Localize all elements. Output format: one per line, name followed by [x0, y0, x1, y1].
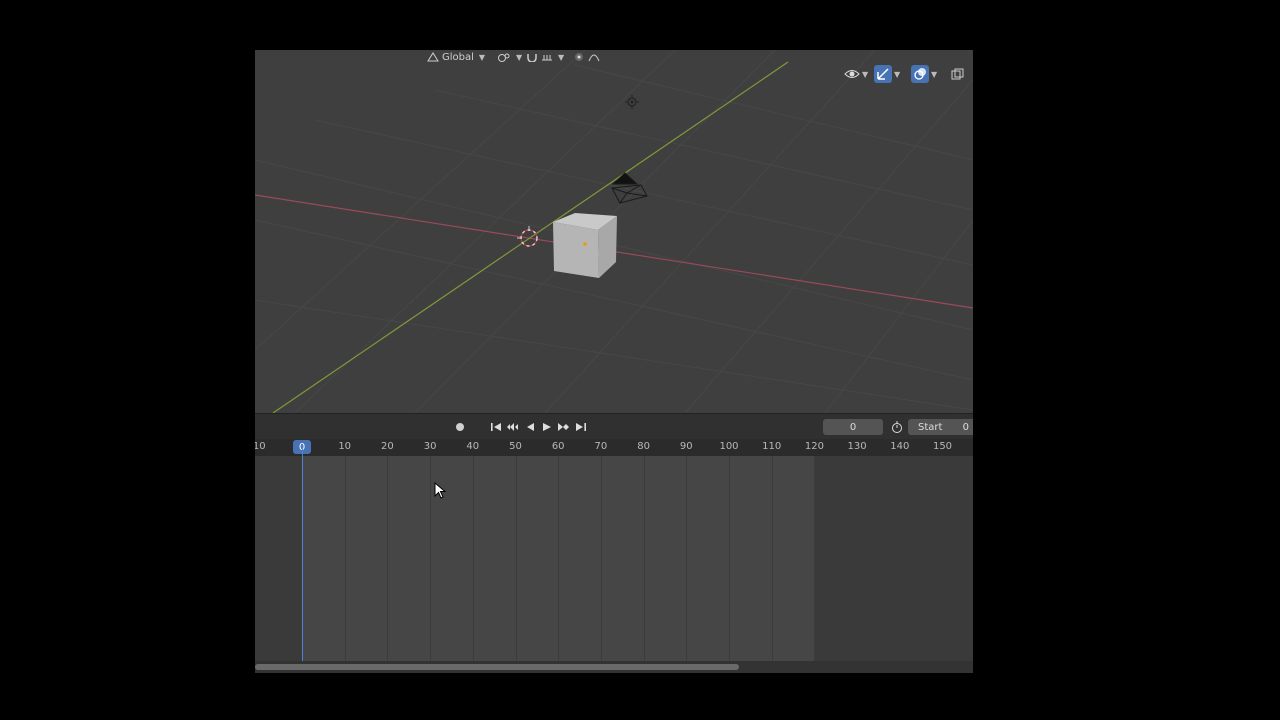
timeline-track-area[interactable] — [255, 456, 973, 661]
3d-cursor[interactable] — [517, 226, 538, 247]
frame-grid-line — [387, 456, 389, 661]
ruler-tick-label: 20 — [381, 441, 394, 452]
chevron-down-icon: ▼ — [516, 52, 523, 62]
ruler-tick-label: 70 — [594, 441, 608, 452]
ruler-tick-label: 140 — [890, 441, 910, 452]
blender-window: Global ▼ ▼ ▼ ▼ ▼ ▼ 0 Start 0 10 10 20 30… — [255, 50, 973, 673]
stopwatch-icon — [891, 421, 903, 433]
frame-grid-line — [771, 456, 773, 661]
object-visibility-dropdown[interactable]: ▼ — [844, 65, 868, 83]
out-of-range-right — [814, 456, 973, 661]
chevron-down-icon: ▼ — [558, 52, 565, 62]
proportional-edit-toggle[interactable] — [573, 50, 600, 64]
ruler-tick-label: 80 — [637, 441, 650, 452]
jump-to-end-button[interactable] — [573, 420, 589, 434]
chevron-down-icon: ▼ — [862, 69, 869, 79]
y-axis-line — [272, 61, 789, 413]
ruler-tick-label: 120 — [804, 441, 824, 452]
ruler-tick-label: 50 — [509, 441, 522, 452]
xray-toggle-icon — [948, 65, 966, 83]
cube-object[interactable] — [553, 213, 617, 278]
jump-to-start-icon — [490, 422, 502, 432]
transform-orientation-dropdown[interactable]: Global ▼ — [427, 50, 485, 64]
play-reverse-button[interactable] — [522, 420, 538, 434]
mouse-cursor-icon — [434, 481, 447, 504]
ruler-tick-label: 150 — [932, 441, 953, 452]
frame-grid-line — [814, 456, 816, 661]
out-of-range-left — [255, 456, 302, 661]
proportional-edit-icon — [573, 52, 585, 62]
xray-toggle[interactable] — [948, 65, 966, 83]
chevron-down-icon: ▼ — [894, 69, 901, 79]
start-frame-field[interactable]: Start 0 — [908, 419, 973, 435]
ruler-tick-label: 90 — [679, 441, 693, 452]
record-keyframe-icon — [455, 422, 465, 432]
frame-grid-line — [643, 456, 645, 661]
next-keyframe-icon — [557, 422, 571, 432]
jump-to-end-icon — [575, 422, 587, 432]
frame-grid-line — [472, 456, 474, 661]
object-visibility-icon — [844, 68, 860, 80]
frame-grid-line — [600, 456, 602, 661]
current-frame-value: 0 — [849, 421, 857, 433]
previous-keyframe-icon — [506, 422, 520, 432]
pivot-point-icon — [497, 52, 511, 62]
frame-ruler[interactable]: 101020304050607080901001101201301401500 — [255, 439, 973, 456]
frame-grid-line — [515, 456, 517, 661]
ruler-tick-label: 110 — [762, 441, 782, 452]
falloff-curve-icon — [588, 52, 600, 62]
scrollbar-thumb[interactable] — [255, 664, 739, 670]
frame-grid-line — [558, 456, 560, 661]
ruler-tick-label: 40 — [466, 441, 480, 452]
overlays-toggle-icon — [911, 65, 929, 83]
gizmo-toggle-icon — [874, 65, 892, 83]
ruler-tick-label: 100 — [719, 441, 739, 452]
chevron-down-icon: ▼ — [931, 69, 938, 79]
play-button[interactable] — [539, 420, 555, 434]
3d-viewport[interactable]: Global ▼ ▼ ▼ ▼ ▼ ▼ — [255, 50, 973, 413]
pivot-point-dropdown[interactable]: ▼ — [497, 50, 522, 64]
light-object[interactable] — [625, 95, 639, 109]
snap-magnet-icon — [526, 52, 538, 62]
transform-orientation-icon — [427, 52, 439, 62]
frame-grid-line — [729, 456, 730, 661]
timeline-header: 0 Start 0 — [255, 413, 973, 440]
orientation-label: Global — [442, 51, 474, 63]
ruler-tick-label: 30 — [423, 441, 437, 452]
ruler-tick-label: 130 — [847, 441, 867, 452]
snap-toggle[interactable]: ▼ — [526, 50, 564, 64]
start-frame-value: 0 — [962, 421, 969, 433]
ruler-tick-label: 10 — [255, 441, 266, 452]
frame-grid-line — [430, 456, 432, 661]
camera-object[interactable] — [611, 172, 648, 204]
ruler-tick-label: 60 — [551, 441, 565, 452]
viewport-scene[interactable] — [255, 50, 973, 413]
gizmo-toggle[interactable]: ▼ — [874, 65, 900, 83]
play-reverse-icon — [525, 422, 535, 432]
previous-keyframe-button[interactable] — [505, 420, 521, 434]
jump-to-start-button[interactable] — [488, 420, 504, 434]
use-preview-range-button[interactable] — [889, 420, 905, 434]
next-keyframe-button[interactable] — [556, 420, 572, 434]
chevron-down-icon: ▼ — [478, 52, 486, 62]
ruler-tick-label: 10 — [338, 441, 352, 452]
play-icon — [542, 422, 552, 432]
current-frame-field[interactable]: 0 — [823, 419, 883, 435]
frame-grid-line — [344, 456, 346, 661]
overlays-toggle[interactable]: ▼ — [911, 65, 937, 83]
frame-grid-line — [686, 456, 688, 661]
horizontal-scrollbar[interactable] — [255, 661, 973, 673]
record-keyframe-button[interactable] — [452, 420, 468, 434]
start-frame-label: Start — [918, 421, 943, 433]
snap-increment-icon — [541, 52, 553, 62]
playhead-line[interactable] — [302, 445, 303, 661]
